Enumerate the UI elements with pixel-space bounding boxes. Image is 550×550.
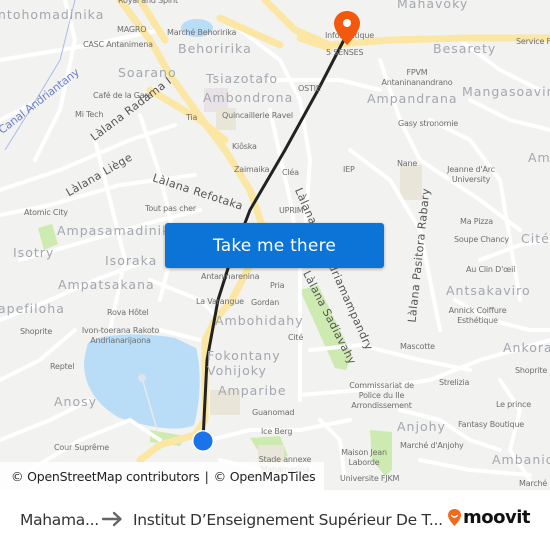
poi-label: Gordan bbox=[251, 298, 280, 307]
route-footer: Mahama... Institut D’Enseignement Supéri… bbox=[0, 490, 550, 550]
map-view[interactable]: ntohomadinika Behoririka Soarano Tsiazot… bbox=[0, 0, 550, 490]
area-label: Ambondrona bbox=[203, 90, 294, 105]
poi-label: Quincaillerie Ravel bbox=[222, 111, 293, 120]
poi-label: Cour Suprême bbox=[54, 443, 109, 452]
poi-label: Atomic City bbox=[24, 208, 68, 217]
area-label: Amparibe bbox=[218, 383, 287, 398]
area-label: Antsakaviro bbox=[446, 283, 531, 298]
poi-label: Mi Tech bbox=[75, 110, 104, 119]
poi-label: MAGRO bbox=[117, 25, 147, 34]
poi-label: Reptel bbox=[50, 362, 75, 371]
area-label: Mangasoavina bbox=[462, 84, 550, 99]
take-me-there-button[interactable]: Take me there bbox=[165, 223, 384, 268]
poi-label: OSTIE bbox=[298, 84, 321, 93]
poi-label: Strelizia bbox=[439, 378, 470, 387]
poi-label: Ma Pizza bbox=[460, 217, 493, 226]
poi-label: Marché Behoririka bbox=[167, 28, 237, 37]
area-label: Am bbox=[528, 150, 550, 165]
area-label: Fokontany Vohijoky bbox=[207, 348, 281, 378]
area-label: apefiloha bbox=[0, 301, 65, 316]
poi-label: Ice Berg bbox=[261, 427, 293, 436]
poi-label: Ivon-toerana Rakoto Andrianarijaona bbox=[81, 326, 160, 345]
poi-label: Shoprite bbox=[20, 327, 53, 336]
poi-label: La Varangue bbox=[196, 297, 244, 306]
openmaptiles-attribution-link[interactable]: © OpenMapTiles bbox=[214, 469, 316, 484]
area-label: Ampasamadinika bbox=[57, 223, 179, 238]
moovit-pin-icon bbox=[448, 509, 461, 526]
area-label: Behoririka bbox=[178, 41, 252, 56]
poi-label: Kiôska bbox=[232, 142, 257, 151]
area-label: Anjohy bbox=[397, 419, 446, 434]
poi-label: CASC Antanimena bbox=[83, 40, 153, 49]
poi-label: Tout pas cher bbox=[145, 204, 196, 213]
poi-label: Annick Coiffure Esthétique bbox=[448, 306, 507, 325]
map-attribution: © OpenStreetMap contributors | © OpenMap… bbox=[0, 462, 325, 490]
osm-attribution-link[interactable]: © OpenStreetMap contributors bbox=[11, 469, 200, 484]
attribution-separator: | bbox=[204, 468, 209, 484]
poi-label: Soupe Chancy bbox=[454, 235, 509, 244]
poi-label: Antaninarenina bbox=[201, 272, 260, 281]
moovit-logo[interactable]: moovit bbox=[447, 507, 531, 528]
poi-label: Le prince bbox=[496, 400, 531, 409]
poi-label: Tia bbox=[186, 113, 198, 122]
poi-label: Marché bbox=[519, 479, 548, 488]
origin-location-icon[interactable] bbox=[191, 429, 215, 453]
poi-label: IEP bbox=[343, 165, 355, 174]
poi-label: Fantasy Boutique bbox=[458, 420, 525, 429]
area-label: Ambanid bbox=[492, 452, 550, 467]
area-label: ntohomadinika bbox=[0, 7, 105, 22]
destination-stop-name: Institut D’Enseignement Supérieur De T..… bbox=[133, 511, 443, 529]
area-label: Besarety bbox=[433, 41, 497, 56]
poi-label: Mascotte bbox=[400, 342, 435, 351]
poi-label: 5 SENSES bbox=[326, 48, 364, 57]
area-label: Anosy bbox=[54, 394, 98, 409]
area-label: Ankora bbox=[503, 340, 550, 355]
poi-label: Shoprite bbox=[515, 366, 548, 375]
moovit-wordmark: moovit bbox=[463, 507, 531, 528]
area-label: Tsiazotafo bbox=[206, 71, 279, 86]
poi-label: Maison Jean Laborde bbox=[341, 448, 387, 467]
area-label: Isoraka bbox=[105, 253, 158, 268]
area-label: Cité bbox=[521, 231, 550, 246]
poi-label: Rova Hôtel bbox=[107, 308, 149, 317]
poi-label: Gasy stronomie bbox=[398, 119, 458, 128]
poi-label: Commissariat de Police du IIe Arrondisse… bbox=[349, 381, 414, 410]
poi-label: Au Clin D'œil bbox=[466, 265, 516, 274]
area-label: Mahavoky bbox=[397, 0, 469, 11]
poi-label: Cité bbox=[288, 333, 304, 342]
area-label: Ambohidahy bbox=[215, 313, 304, 328]
poi-label: Cléa bbox=[282, 168, 299, 177]
poi-label: Service F bbox=[516, 37, 550, 46]
poi-label: FPVM Antaninanandrano bbox=[381, 68, 453, 87]
poi-label: Marché d'Anjohy bbox=[400, 441, 464, 450]
poi-label: Royal and Spirit bbox=[118, 0, 178, 5]
poi-label: Guanomad bbox=[252, 408, 295, 417]
arrow-right-icon bbox=[101, 511, 122, 527]
lake-monument bbox=[138, 374, 146, 382]
poi-label: Nane bbox=[397, 159, 418, 168]
poi-label: Pria bbox=[270, 281, 285, 290]
area-label: Isotry bbox=[13, 245, 55, 260]
poi-label: Zaimaika bbox=[234, 165, 270, 174]
poi-label: Universite FJKM bbox=[340, 474, 400, 483]
poi-label: Jeanne d'Arc University bbox=[447, 165, 495, 184]
origin-stop-name: Mahama... bbox=[20, 511, 99, 529]
area-label: Ampatsakana bbox=[58, 277, 155, 292]
destination-pin-icon[interactable] bbox=[333, 10, 361, 46]
area-label: Ampandrana bbox=[367, 91, 458, 106]
